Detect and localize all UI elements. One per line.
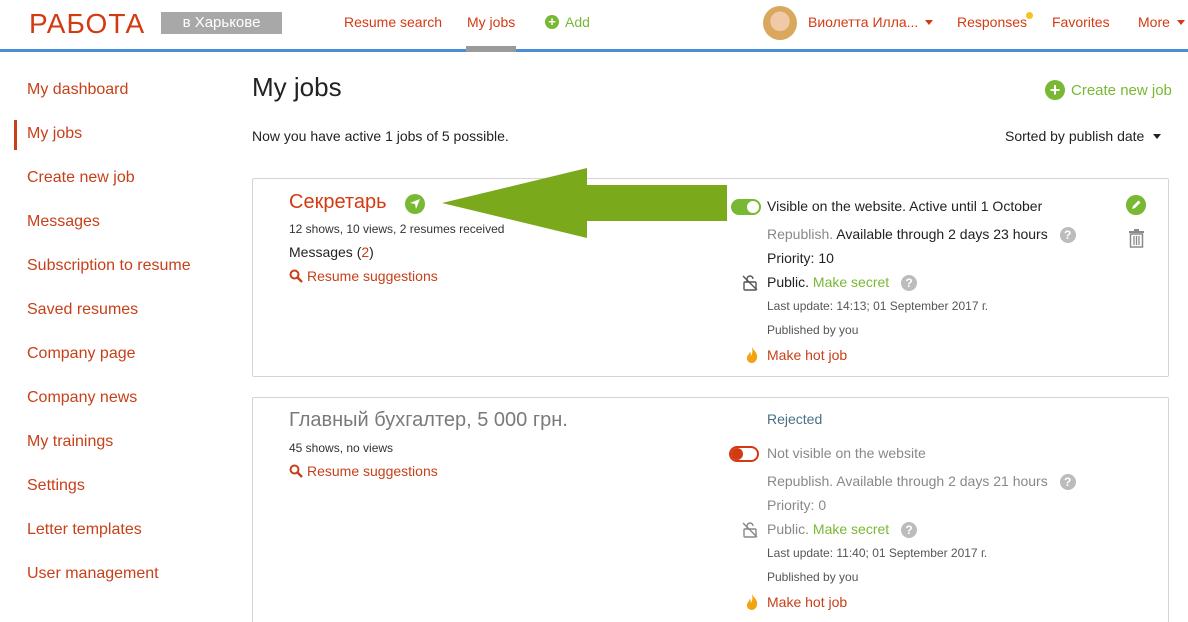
edit-icon[interactable] bbox=[1126, 195, 1146, 215]
sidebar-item-settings[interactable]: Settings bbox=[27, 477, 85, 495]
nav-my-jobs[interactable]: My jobs bbox=[467, 14, 515, 30]
notification-dot bbox=[1026, 12, 1033, 19]
visibility-status: Visible on the website. Active until 1 O… bbox=[767, 198, 1043, 214]
make-hot-job-label: Make hot job bbox=[767, 594, 848, 610]
help-icon[interactable]: ? bbox=[1059, 227, 1076, 243]
chevron-down-icon bbox=[925, 20, 934, 25]
messages-count: 2 bbox=[361, 244, 370, 260]
job-stats: 45 shows, no views bbox=[289, 441, 394, 455]
published-by: Published by you bbox=[767, 570, 859, 584]
sidebar-item-subscription[interactable]: Subscription to resume bbox=[27, 257, 191, 275]
create-new-job-button[interactable]: + Create new job bbox=[1045, 80, 1172, 100]
messages-label: Messages bbox=[289, 244, 353, 260]
published-by: Published by you bbox=[767, 323, 859, 337]
resume-suggestions-link[interactable]: Resume suggestions bbox=[289, 268, 438, 284]
public-row: Public. Make secret ? bbox=[767, 274, 918, 291]
nav-more[interactable]: More bbox=[1138, 14, 1185, 30]
visibility-toggle[interactable] bbox=[731, 199, 761, 215]
priority: Priority: 0 bbox=[767, 497, 827, 513]
make-hot-job-link[interactable]: Make hot job bbox=[743, 593, 847, 611]
last-update: Last update: 14:13; 01 September 2017 г. bbox=[767, 299, 989, 313]
sidebar-item-company-news[interactable]: Company news bbox=[27, 389, 137, 407]
sidebar-item-my-jobs[interactable]: My jobs bbox=[27, 125, 82, 143]
page-title: My jobs bbox=[252, 72, 342, 102]
search-icon bbox=[289, 464, 303, 478]
pointer-arrow-icon bbox=[442, 168, 727, 238]
sidebar-item-my-trainings[interactable]: My trainings bbox=[27, 433, 113, 451]
search-icon bbox=[289, 269, 303, 283]
plus-icon: + bbox=[545, 15, 559, 29]
top-header: РАБОТА в Харькове Resume search My jobs … bbox=[0, 0, 1188, 52]
promoted-icon bbox=[405, 194, 425, 214]
resume-suggestions-link[interactable]: Resume suggestions bbox=[289, 463, 438, 479]
avatar[interactable] bbox=[763, 6, 797, 40]
sidebar-item-saved-resumes[interactable]: Saved resumes bbox=[27, 301, 138, 319]
resume-suggestions-label: Resume suggestions bbox=[307, 268, 438, 284]
job-messages-link[interactable]: Messages (2) bbox=[289, 244, 374, 260]
make-hot-job-link[interactable]: Make hot job bbox=[743, 346, 847, 364]
fire-icon bbox=[746, 594, 758, 610]
last-update: Last update: 11:40; 01 September 2017 г. bbox=[767, 546, 988, 560]
republish-row: Republish. Available through 2 days 21 h… bbox=[767, 473, 1076, 490]
make-secret-link[interactable]: Make secret bbox=[813, 521, 889, 537]
sidebar-item-messages[interactable]: Messages bbox=[27, 213, 100, 231]
trash-icon[interactable] bbox=[1128, 228, 1145, 248]
nav-active-indicator bbox=[466, 46, 516, 52]
site-logo[interactable]: РАБОТА bbox=[29, 8, 145, 40]
sidebar-item-dashboard[interactable]: My dashboard bbox=[27, 81, 128, 99]
job-title-link[interactable]: Главный бухгалтер, 5 000 грн. bbox=[289, 409, 568, 432]
public-row: Public. Make secret ? bbox=[767, 521, 918, 538]
make-hot-job-label: Make hot job bbox=[767, 347, 848, 363]
republish-row: Republish. Available through 2 days 23 h… bbox=[767, 226, 1076, 243]
plus-icon: + bbox=[1045, 80, 1065, 100]
public-label: Public. bbox=[767, 521, 810, 537]
sort-dropdown[interactable]: Sorted by publish date bbox=[1005, 128, 1162, 144]
chevron-down-icon bbox=[1176, 20, 1185, 25]
help-icon[interactable]: ? bbox=[901, 275, 918, 291]
nav-resume-search[interactable]: Resume search bbox=[344, 14, 442, 30]
nav-favorites[interactable]: Favorites bbox=[1052, 14, 1110, 30]
create-new-job-label: Create new job bbox=[1071, 81, 1172, 99]
priority: Priority: 10 bbox=[767, 250, 834, 266]
nav-responses[interactable]: Responses bbox=[957, 14, 1027, 30]
public-icon bbox=[742, 522, 758, 538]
city-selector[interactable]: в Харькове bbox=[161, 12, 282, 34]
user-menu[interactable]: Виолетта Илла... bbox=[808, 14, 934, 30]
help-icon[interactable]: ? bbox=[901, 522, 918, 538]
fire-icon bbox=[746, 347, 758, 363]
make-secret-link[interactable]: Make secret bbox=[813, 274, 889, 290]
help-icon[interactable]: ? bbox=[1059, 474, 1076, 490]
republish-info: Republish. Available through 2 days 21 h… bbox=[767, 473, 1048, 489]
sidebar-active-indicator bbox=[14, 120, 17, 150]
user-name: Виолетта Илла... bbox=[808, 14, 919, 30]
chevron-down-icon bbox=[1153, 134, 1162, 139]
nav-more-label: More bbox=[1138, 14, 1170, 30]
sidebar-item-user-management[interactable]: User management bbox=[27, 565, 159, 583]
sidebar-item-company-page[interactable]: Company page bbox=[27, 345, 136, 363]
sidebar-item-create-new-job[interactable]: Create new job bbox=[27, 169, 135, 187]
status-badge: Rejected bbox=[767, 411, 823, 427]
active-jobs-info: Now you have active 1 jobs of 5 possible… bbox=[252, 128, 509, 144]
republish-info: Available through 2 days 23 hours bbox=[836, 226, 1048, 242]
nav-add[interactable]: + Add bbox=[545, 14, 590, 30]
sidebar-item-letter-templates[interactable]: Letter templates bbox=[27, 521, 142, 539]
visibility-toggle[interactable] bbox=[729, 446, 759, 462]
public-icon bbox=[742, 275, 758, 291]
republish-link[interactable]: Republish. bbox=[767, 226, 833, 242]
public-label: Public. bbox=[767, 274, 810, 290]
sort-label: Sorted by publish date bbox=[1005, 128, 1145, 144]
job-title-link[interactable]: Секретарь bbox=[289, 191, 387, 214]
nav-add-label: Add bbox=[565, 14, 590, 30]
resume-suggestions-label: Resume suggestions bbox=[307, 463, 438, 479]
visibility-status: Not visible on the website bbox=[767, 445, 926, 461]
